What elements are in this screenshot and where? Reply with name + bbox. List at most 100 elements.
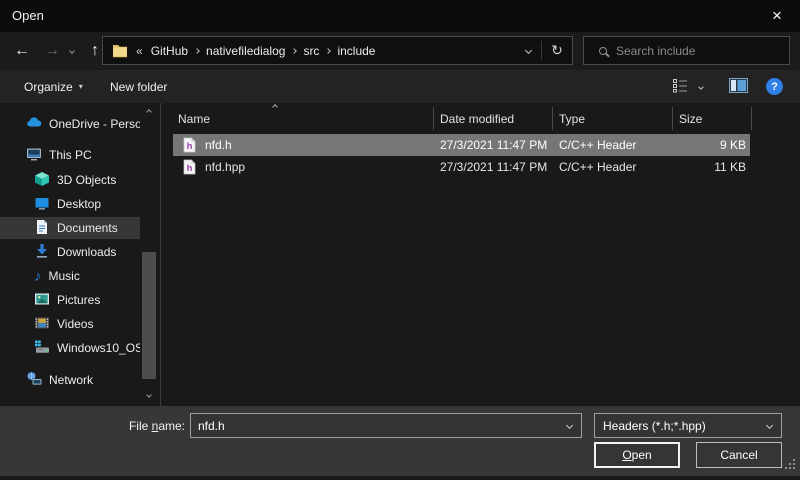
chevron-down-icon xyxy=(69,48,75,54)
sidebar-item-3d-objects[interactable]: 3D Objects xyxy=(0,169,140,191)
column-header-date-modified[interactable]: Date modified xyxy=(440,112,514,126)
column-separator[interactable] xyxy=(433,107,434,130)
column-separator[interactable] xyxy=(672,107,673,130)
file-name-input[interactable] xyxy=(191,419,557,433)
sidebar-item-documents[interactable]: Documents xyxy=(0,217,140,239)
svg-text:h: h xyxy=(187,163,193,174)
views-dropdown-button[interactable] xyxy=(699,70,713,103)
sidebar-item-downloads[interactable]: Downloads xyxy=(0,241,140,263)
breadcrumb-separator-icon xyxy=(194,48,200,54)
folder-icon xyxy=(112,44,128,58)
file-name-dropdown-button[interactable] xyxy=(557,414,581,437)
back-icon: ← xyxy=(14,42,30,60)
file-name-label: File name: xyxy=(0,419,185,433)
dialog-footer: File name: Headers (*.h;*.hpp) Open Canc… xyxy=(0,406,800,476)
file-name: nfd.h xyxy=(205,134,232,156)
organize-button[interactable]: Organize ▾ xyxy=(24,70,83,103)
title-bar: Open × xyxy=(0,0,800,32)
scroll-down-button[interactable] xyxy=(141,388,157,402)
file-type-value: Headers (*.h;*.hpp) xyxy=(595,419,757,433)
file-date-modified: 27/3/2021 11:47 PM xyxy=(440,156,547,178)
up-icon: ↑ xyxy=(91,42,99,60)
refresh-icon: ↻ xyxy=(551,42,563,59)
sidebar-item-label: Windows10_OS ( xyxy=(57,341,140,355)
command-toolbar: Organize ▾ New folder xyxy=(0,70,800,103)
column-header-type[interactable]: Type xyxy=(559,112,585,126)
resize-grip[interactable] xyxy=(785,467,787,469)
breadcrumb-item-github[interactable]: GitHub xyxy=(145,44,194,58)
breadcrumb-separator-icon xyxy=(326,48,332,54)
film-strip-icon xyxy=(34,315,50,334)
breadcrumb-item-include[interactable]: include xyxy=(331,44,381,58)
navigation-pane: OneDrive - Persor This PC 3D Objects Des… xyxy=(0,103,160,406)
close-button[interactable]: × xyxy=(754,0,800,32)
preview-pane-button[interactable] xyxy=(729,70,748,103)
address-dropdown-button[interactable] xyxy=(515,37,541,64)
file-list: Name Date modified Type Size h nfd.h 27/… xyxy=(161,103,800,406)
scrollbar-thumb[interactable] xyxy=(142,252,156,379)
forward-icon: → xyxy=(44,42,60,60)
file-name-label-post: ame: xyxy=(158,419,185,433)
dropdown-caret-icon: ▾ xyxy=(79,82,83,91)
file-name-label-pre: File xyxy=(129,419,152,433)
file-row-nfd-h[interactable]: h nfd.h 27/3/2021 11:47 PM C/C++ Header … xyxy=(173,134,750,156)
sidebar-item-label: Downloads xyxy=(57,245,116,259)
file-type: C/C++ Header xyxy=(559,156,636,178)
breadcrumb-separator-icon xyxy=(292,48,298,54)
breadcrumb-item-src[interactable]: src xyxy=(297,44,325,58)
recent-locations-button[interactable] xyxy=(64,32,80,70)
file-name-combobox[interactable] xyxy=(190,413,582,438)
scroll-up-button[interactable] xyxy=(141,105,157,119)
sidebar-item-this-pc[interactable]: This PC xyxy=(0,144,140,166)
sidebar-item-videos[interactable]: Videos xyxy=(0,313,140,335)
window-title: Open xyxy=(12,8,44,23)
sidebar-item-label: This PC xyxy=(49,148,92,162)
sidebar-item-label: Videos xyxy=(57,317,93,331)
sidebar-item-label: Desktop xyxy=(57,197,101,211)
sidebar-item-label: Pictures xyxy=(57,293,100,307)
onedrive-cloud-icon xyxy=(26,115,42,134)
file-size: 9 KB xyxy=(720,134,746,156)
sidebar-scrollbar[interactable] xyxy=(141,103,157,406)
sidebar-item-onedrive[interactable]: OneDrive - Persor xyxy=(0,113,140,135)
svg-text:h: h xyxy=(187,141,193,152)
cancel-button[interactable]: Cancel xyxy=(696,442,782,468)
chevron-down-icon xyxy=(765,422,772,429)
sort-ascending-icon xyxy=(272,104,278,110)
system-drive-icon xyxy=(34,339,50,358)
open-button-label: Open xyxy=(622,448,651,462)
help-icon: ? xyxy=(766,78,783,95)
file-type-dropdown-button[interactable] xyxy=(757,414,781,437)
back-button[interactable]: ← xyxy=(8,32,36,70)
sidebar-item-network[interactable]: Network xyxy=(0,369,140,391)
chevron-down-icon xyxy=(524,47,531,54)
column-header-name[interactable]: Name xyxy=(178,112,210,126)
search-input[interactable] xyxy=(616,44,789,58)
download-arrow-icon xyxy=(34,243,50,262)
breadcrumb-overflow[interactable]: « xyxy=(136,44,143,58)
views-button[interactable] xyxy=(672,70,689,103)
file-row-nfd-hpp[interactable]: h nfd.hpp 27/3/2021 11:47 PM C/C++ Heade… xyxy=(173,156,750,178)
refresh-button[interactable]: ↻ xyxy=(542,37,572,64)
network-icon xyxy=(26,371,42,390)
header-file-icon: h xyxy=(183,137,196,153)
address-bar-controls: ↻ xyxy=(515,37,572,64)
sidebar-item-pictures[interactable]: Pictures xyxy=(0,289,140,311)
sidebar-item-windows10-os[interactable]: Windows10_OS ( xyxy=(0,337,140,359)
file-type-select[interactable]: Headers (*.h;*.hpp) xyxy=(594,413,782,438)
address-bar[interactable]: « GitHub nativefiledialog src include ↻ xyxy=(102,36,573,65)
search-box[interactable] xyxy=(583,36,790,65)
column-separator[interactable] xyxy=(552,107,553,130)
preview-pane-icon xyxy=(729,78,748,96)
new-folder-label: New folder xyxy=(110,80,167,94)
sidebar-item-desktop[interactable]: Desktop xyxy=(0,193,140,215)
column-separator[interactable] xyxy=(751,107,752,130)
header-file-icon: h xyxy=(183,159,196,175)
forward-button[interactable]: → xyxy=(38,32,66,70)
sidebar-item-music[interactable]: ♪ Music xyxy=(0,265,140,287)
column-header-size[interactable]: Size xyxy=(679,112,702,126)
breadcrumb-item-nativefiledialog[interactable]: nativefiledialog xyxy=(200,44,291,58)
new-folder-button[interactable]: New folder xyxy=(110,70,167,103)
help-button[interactable]: ? xyxy=(766,70,783,103)
open-button[interactable]: Open xyxy=(594,442,680,468)
